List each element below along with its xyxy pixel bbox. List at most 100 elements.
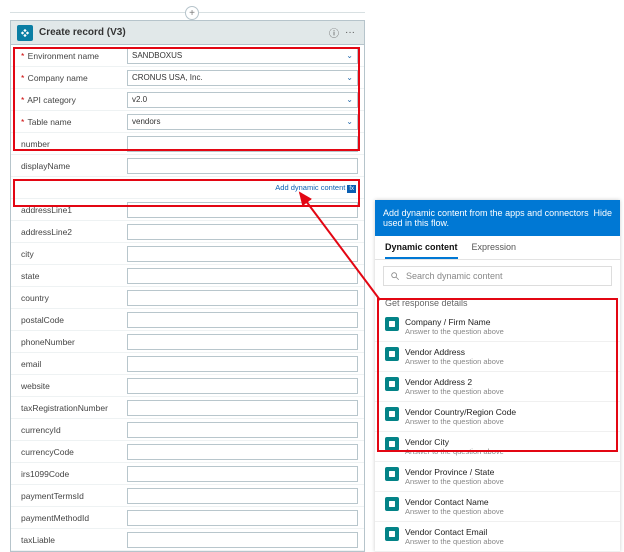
field-label: website — [17, 381, 127, 391]
dropdown-field[interactable]: vendors ⌄ — [127, 114, 358, 130]
item-subtitle: Answer to the question above — [405, 357, 504, 366]
tab-expression[interactable]: Expression — [472, 242, 517, 259]
form-row: city — [11, 243, 364, 265]
field-label: state — [17, 271, 127, 281]
dropdown-field[interactable]: CRONUS USA, Inc.⌄ — [127, 70, 358, 86]
chevron-down-icon: ⌄ — [346, 117, 353, 126]
panel-tabs: Dynamic content Expression — [375, 236, 620, 260]
item-subtitle: Answer to the question above — [405, 447, 504, 456]
form-row: state — [11, 265, 364, 287]
text-field[interactable] — [127, 202, 358, 218]
dropdown-field[interactable]: SANDBOXUS⌄ — [127, 48, 358, 64]
text-field[interactable] — [127, 466, 358, 482]
connector-icon — [17, 25, 33, 41]
forms-icon — [385, 437, 399, 451]
search-input[interactable]: Search dynamic content — [383, 266, 612, 286]
form-row: taxRegistrationNumber — [11, 397, 364, 419]
text-field[interactable] — [127, 290, 358, 306]
dropdown-field[interactable]: v2.0⌄ — [127, 92, 358, 108]
dynamic-content-item[interactable]: Vendor AddressAnswer to the question abo… — [375, 342, 620, 372]
item-subtitle: Answer to the question above — [405, 417, 516, 426]
dynamic-content-item[interactable]: Vendor Contact EmailAnswer to the questi… — [375, 522, 620, 552]
field-label: displayName — [17, 161, 127, 171]
field-label: taxLiable — [17, 535, 127, 545]
text-field[interactable] — [127, 378, 358, 394]
forms-icon — [385, 527, 399, 541]
tab-dynamic-content[interactable]: Dynamic content — [385, 242, 458, 259]
dynamic-content-item[interactable]: Vendor CityAnswer to the question above — [375, 432, 620, 462]
form-row: * Environment nameSANDBOXUS⌄ — [11, 45, 364, 67]
item-subtitle: Answer to the question above — [405, 387, 504, 396]
create-record-card: Create record (V3) ⓘ ··· * Environment n… — [10, 20, 365, 552]
text-field[interactable] — [127, 510, 358, 526]
field-label: phoneNumber — [17, 337, 127, 347]
field-value: v2.0 — [132, 95, 147, 104]
text-field[interactable] — [127, 444, 358, 460]
search-placeholder: Search dynamic content — [406, 271, 503, 281]
text-field[interactable] — [127, 400, 358, 416]
dynamic-content-item[interactable]: Vendor Country/Region CodeAnswer to the … — [375, 402, 620, 432]
form-row: irs1099Code — [11, 463, 364, 485]
field-value: vendors — [132, 117, 160, 126]
field-label: paymentMethodId — [17, 513, 127, 523]
field-label: irs1099Code — [17, 469, 127, 479]
text-field[interactable] — [127, 334, 358, 350]
text-field[interactable] — [127, 158, 358, 174]
item-title: Vendor Address 2 — [405, 377, 504, 387]
text-field[interactable] — [127, 246, 358, 262]
text-field[interactable] — [127, 136, 358, 152]
field-label: city — [17, 249, 127, 259]
text-field[interactable] — [127, 312, 358, 328]
item-title: Vendor Country/Region Code — [405, 407, 516, 417]
field-value: CRONUS USA, Inc. — [132, 73, 203, 82]
field-label: email — [17, 359, 127, 369]
form-row: country — [11, 287, 364, 309]
forms-icon — [385, 497, 399, 511]
dynamic-content-item[interactable]: Vendor Address 2Answer to the question a… — [375, 372, 620, 402]
hide-button[interactable]: Hide — [593, 208, 612, 228]
dynamic-content-item[interactable]: Vendor Province / StateAnswer to the que… — [375, 462, 620, 492]
dynamic-content-item[interactable]: Company / Firm NameAnswer to the questio… — [375, 312, 620, 342]
dynamic-content-glyph-icon: fx — [347, 185, 356, 193]
form-row: paymentMethodId — [11, 507, 364, 529]
text-field[interactable] — [127, 356, 358, 372]
add-dynamic-content-link[interactable]: Add dynamic contentfx — [275, 183, 358, 193]
form-row: * API categoryv2.0⌄ — [11, 89, 364, 111]
item-title: Vendor Contact Email — [405, 527, 504, 537]
forms-icon — [385, 317, 399, 331]
text-field[interactable] — [127, 224, 358, 240]
card-title: Create record (V3) — [39, 27, 326, 38]
dynamic-content-item[interactable]: Vendor Contact NameAnswer to the questio… — [375, 492, 620, 522]
text-field[interactable] — [127, 422, 358, 438]
field-label: country — [17, 293, 127, 303]
form-row: addressLine2 — [11, 221, 364, 243]
form-row: taxLiable — [11, 529, 364, 551]
form-row: website — [11, 375, 364, 397]
forms-icon — [385, 377, 399, 391]
item-title: Company / Firm Name — [405, 317, 504, 327]
item-subtitle: Answer to the question above — [405, 327, 504, 336]
field-label: * Company name — [17, 73, 127, 83]
forms-icon — [385, 467, 399, 481]
panel-header: Add dynamic content from the apps and co… — [375, 200, 620, 236]
search-icon — [390, 271, 400, 281]
info-icon[interactable]: ⓘ — [326, 25, 342, 40]
forms-icon — [385, 347, 399, 361]
item-title: Vendor City — [405, 437, 504, 447]
card-header[interactable]: Create record (V3) ⓘ ··· — [11, 21, 364, 45]
form-row: addressLine1 — [11, 199, 364, 221]
chevron-down-icon: ⌄ — [346, 51, 353, 60]
item-subtitle: Answer to the question above — [405, 537, 504, 546]
text-field[interactable] — [127, 488, 358, 504]
field-label: paymentTermsId — [17, 491, 127, 501]
add-step-button[interactable]: + — [185, 6, 199, 20]
form-row: * Table namevendors⌄ — [11, 111, 364, 133]
dynamic-content-panel: Add dynamic content from the apps and co… — [375, 200, 620, 552]
text-field[interactable] — [127, 268, 358, 284]
form-row: currencyId — [11, 419, 364, 441]
more-icon[interactable]: ··· — [342, 27, 358, 38]
field-label: postalCode — [17, 315, 127, 325]
panel-header-text: Add dynamic content from the apps and co… — [383, 208, 593, 228]
text-field[interactable] — [127, 532, 358, 548]
field-label: currencyCode — [17, 447, 127, 457]
